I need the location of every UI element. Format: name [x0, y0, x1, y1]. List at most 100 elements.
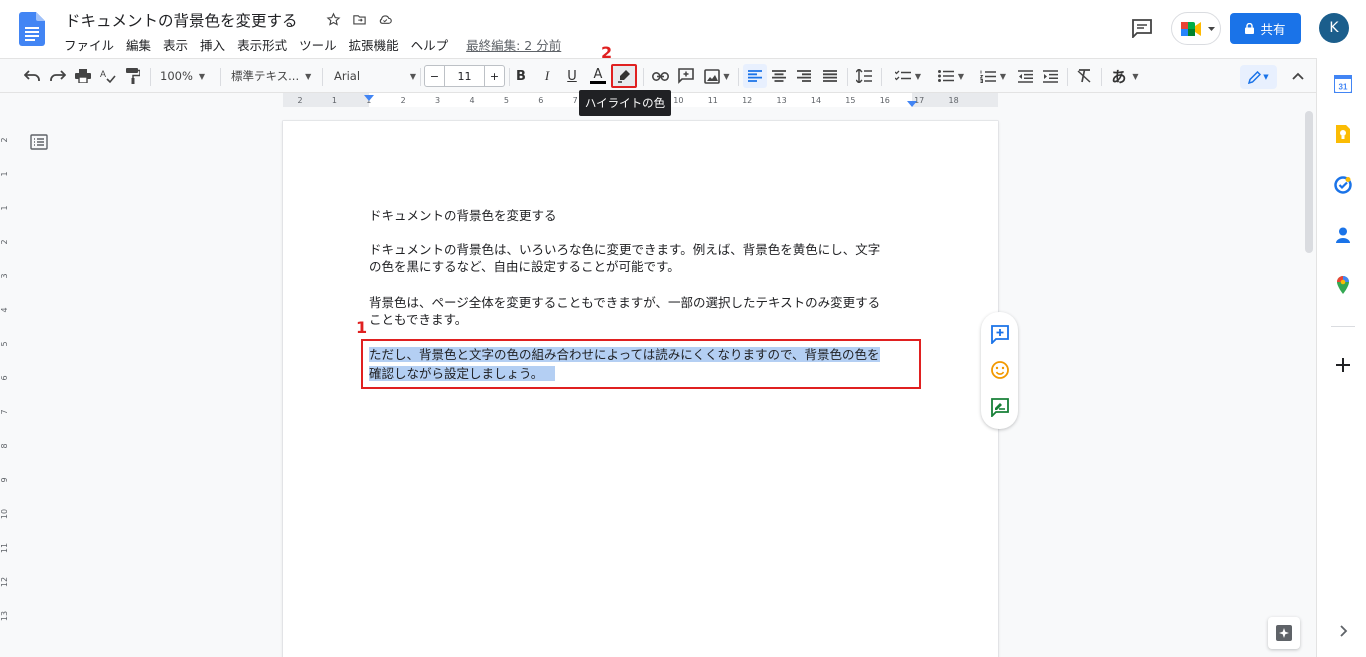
underline-button[interactable]: U: [563, 59, 581, 93]
ruler-tick-label: 18: [949, 96, 959, 105]
font-select[interactable]: Arial ▼: [334, 59, 416, 93]
align-center-icon[interactable]: [768, 59, 790, 93]
account-avatar[interactable]: K: [1319, 13, 1349, 43]
paragraph-1[interactable]: ドキュメントの背景色は、いろいろな色に変更できます。例えば、背景色を黄色にし、文…: [369, 241, 929, 275]
calendar-icon[interactable]: 31: [1334, 75, 1352, 93]
ruler-tick-label: 2: [401, 96, 406, 105]
ruler-tick-label: 6: [0, 375, 9, 380]
menu-insert[interactable]: 挿入: [200, 35, 225, 54]
align-right-icon[interactable]: [793, 59, 815, 93]
app-window: ドキュメントの背景色を変更する ファイル 編集 表示 挿入 表示形式 ツール 拡…: [0, 0, 1366, 657]
spellcheck-icon[interactable]: A: [98, 59, 118, 93]
insert-image-button[interactable]: ▼: [702, 59, 732, 93]
star-icon[interactable]: [324, 10, 342, 28]
increase-indent-icon[interactable]: [1039, 59, 1061, 93]
ruler-tick-label: 1: [0, 205, 9, 210]
comment-history-icon[interactable]: [1131, 18, 1153, 38]
redo-icon[interactable]: [48, 59, 68, 93]
ruler-tick-label: 11: [708, 96, 718, 105]
link-icon[interactable]: [650, 59, 670, 93]
checklist-button[interactable]: ▼: [889, 59, 927, 93]
align-left-button[interactable]: [743, 64, 767, 88]
style-select[interactable]: 標準テキス... ▼: [231, 59, 315, 93]
add-comment-icon[interactable]: [676, 59, 696, 93]
line-spacing-icon[interactable]: [853, 59, 875, 93]
bold-button[interactable]: B: [512, 59, 530, 93]
paragraph-2[interactable]: 背景色は、ページ全体を変更することもできますが、一部の選択したテキストのみ変更す…: [369, 294, 929, 328]
editing-mode-button[interactable]: ▼: [1240, 65, 1277, 89]
ruler-tick-label: 15: [845, 96, 855, 105]
document-title[interactable]: ドキュメントの背景色を変更する: [65, 9, 298, 31]
menu-help[interactable]: ヘルプ: [411, 35, 449, 54]
floating-actions: [981, 312, 1018, 429]
ruler-tick-label: 7: [573, 96, 578, 105]
clear-formatting-icon[interactable]: [1073, 59, 1095, 93]
print-icon[interactable]: [73, 59, 93, 93]
ruler-tick-label: 13: [777, 96, 787, 105]
italic-button[interactable]: I: [538, 59, 556, 93]
maps-icon[interactable]: [1334, 276, 1352, 294]
share-label: 共有: [1260, 22, 1286, 37]
docs-logo-icon[interactable]: [19, 12, 45, 46]
chevron-down-icon: ▼: [198, 71, 206, 81]
text-color-letter: A: [593, 67, 603, 82]
highlight-color-button[interactable]: [611, 64, 637, 88]
ruler-tick-label: 5: [504, 96, 509, 105]
chevron-down-icon: ▼: [409, 71, 416, 81]
menu-file[interactable]: ファイル: [64, 35, 114, 54]
undo-icon[interactable]: [22, 59, 42, 93]
document-page[interactable]: ドキュメントの背景色を変更する ドキュメントの背景色は、いろいろな色に変更できま…: [283, 121, 998, 657]
chevron-down-icon: ▼: [914, 71, 922, 81]
paint-format-icon[interactable]: [123, 59, 143, 93]
zoom-select[interactable]: 100% ▼: [160, 59, 214, 93]
last-edit-link[interactable]: 最終編集: 2 分前: [466, 35, 561, 54]
chevron-down-icon: ▼: [305, 71, 312, 81]
add-addon-icon[interactable]: [1334, 356, 1352, 374]
explore-button[interactable]: [1268, 617, 1300, 649]
tasks-icon[interactable]: [1334, 176, 1352, 194]
ruler-tick-label: 17: [914, 96, 924, 105]
ruler-margin-left: [283, 93, 369, 107]
expand-panel-icon[interactable]: [1334, 622, 1352, 640]
menu-extensions[interactable]: 拡張機能: [349, 35, 399, 54]
numbered-list-icon: [979, 70, 996, 83]
keep-icon[interactable]: [1334, 125, 1352, 143]
collapse-toolbar-icon[interactable]: [1288, 59, 1308, 93]
contacts-icon[interactable]: [1334, 226, 1352, 244]
meet-button[interactable]: [1171, 12, 1221, 45]
move-folder-icon[interactable]: [350, 10, 368, 28]
side-panel: 31: [1316, 58, 1366, 657]
menu-edit[interactable]: 編集: [126, 35, 151, 54]
align-left-icon: [748, 70, 762, 82]
menu-view[interactable]: 表示: [163, 35, 188, 54]
doc-heading-line[interactable]: ドキュメントの背景色を変更する: [369, 207, 929, 224]
justify-icon[interactable]: [819, 59, 841, 93]
scrollbar-thumb[interactable]: [1305, 111, 1313, 253]
input-tools-button[interactable]: あ ▼: [1107, 59, 1143, 93]
decrease-indent-icon[interactable]: [1014, 59, 1036, 93]
chevron-down-icon: ▼: [1132, 71, 1139, 81]
font-size-input[interactable]: 11: [445, 66, 484, 86]
chevron-down-icon: ▼: [999, 71, 1007, 81]
ruler-tick-label: 4: [0, 307, 9, 312]
vertical-scrollbar[interactable]: [1302, 107, 1316, 657]
paragraph-2-line-2: こともできます。: [369, 312, 468, 327]
font-size-increase-button[interactable]: +: [484, 66, 504, 86]
selection-annotation-box: [361, 339, 921, 389]
toolbar-separator: [150, 68, 151, 86]
menu-tools[interactable]: ツール: [299, 35, 337, 54]
text-color-button[interactable]: A: [588, 59, 608, 93]
menu-format[interactable]: 表示形式: [237, 35, 287, 54]
numbered-list-button[interactable]: ▼: [974, 59, 1012, 93]
emoji-reaction-icon[interactable]: [990, 360, 1010, 380]
document-outline-icon[interactable]: [30, 134, 48, 150]
add-comment-icon[interactable]: [990, 324, 1010, 345]
font-size-decrease-button[interactable]: −: [425, 66, 445, 86]
share-button[interactable]: 共有: [1230, 13, 1301, 44]
suggest-edits-icon[interactable]: [990, 397, 1010, 417]
cloud-status-icon[interactable]: [376, 10, 394, 28]
vertical-ruler[interactable]: 2112345678910111213: [0, 107, 14, 657]
toolbar-separator: [847, 68, 848, 86]
toolbar-separator: [509, 68, 510, 86]
bulleted-list-button[interactable]: ▼: [932, 59, 970, 93]
